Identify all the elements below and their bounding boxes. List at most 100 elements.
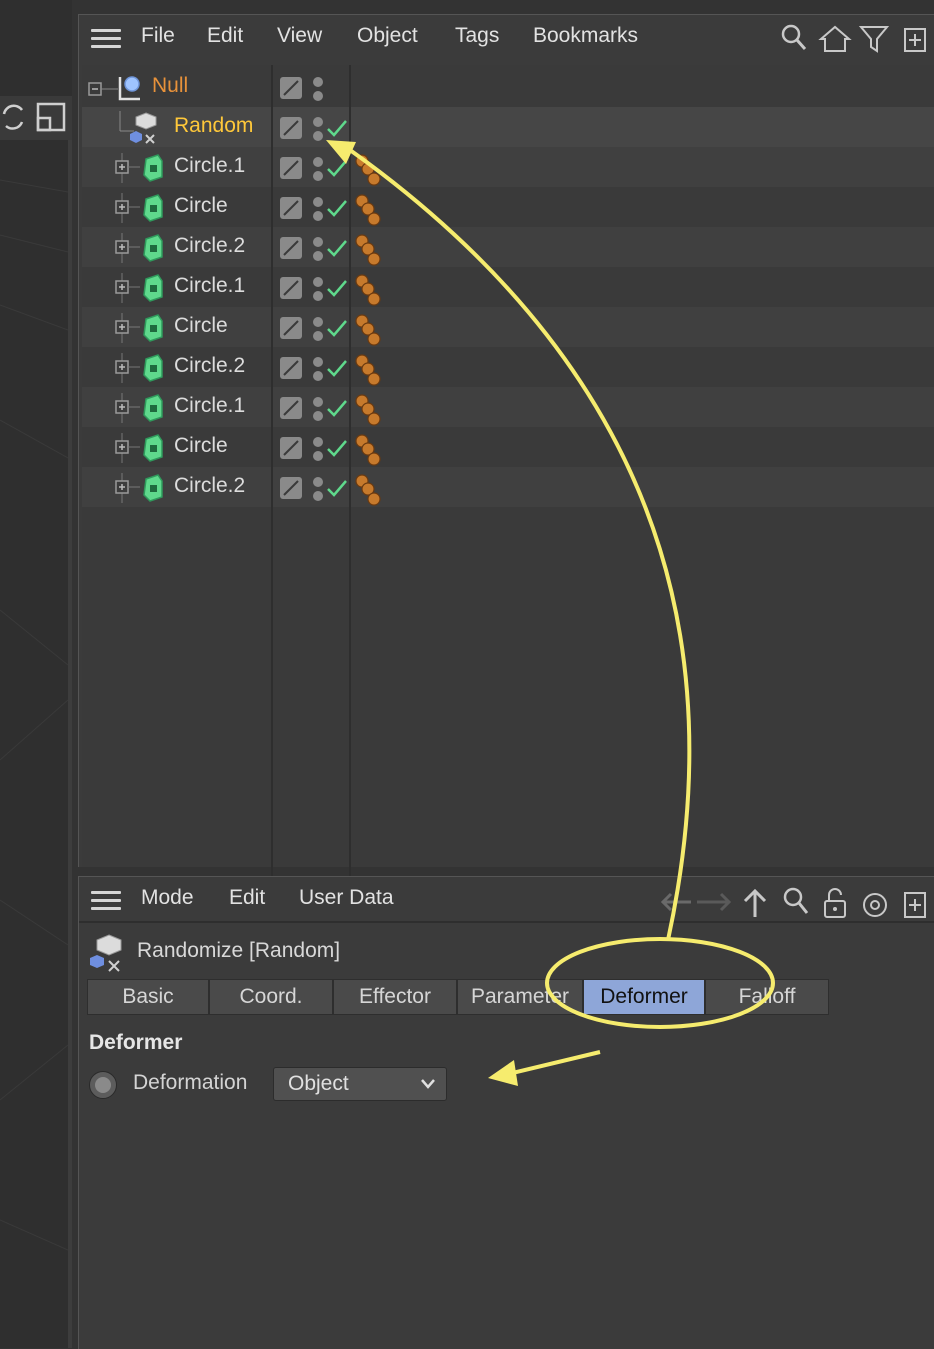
- hamburger-menu-icon[interactable]: [91, 891, 121, 911]
- material-tag-icon: [355, 354, 381, 386]
- object-name[interactable]: Circle.2: [174, 234, 245, 258]
- layer-edit-icon: [280, 157, 302, 179]
- forward-arrow-icon[interactable]: [697, 892, 732, 912]
- new-window-icon[interactable]: [904, 28, 926, 52]
- menu-bookmarks[interactable]: Bookmarks: [533, 24, 638, 48]
- object-row-controls[interactable]: [278, 431, 398, 467]
- object-name[interactable]: Circle: [174, 434, 228, 458]
- object-name[interactable]: Random: [174, 114, 253, 138]
- random-effector-icon: [119, 111, 157, 144]
- object-row-controls[interactable]: [278, 271, 398, 307]
- object-name[interactable]: Circle: [174, 194, 228, 218]
- tab-coord[interactable]: Coord.: [209, 979, 333, 1015]
- new-window-icon[interactable]: [904, 892, 926, 918]
- menu-tags[interactable]: Tags: [455, 24, 499, 48]
- tab-parameter[interactable]: Parameter: [457, 979, 583, 1015]
- deformation-dropdown[interactable]: Object: [273, 1067, 447, 1101]
- maximize-view-icon[interactable]: [36, 102, 66, 132]
- object-row-circle[interactable]: Circle: [82, 307, 934, 347]
- object-row-controls[interactable]: [278, 471, 398, 507]
- target-icon[interactable]: [863, 893, 887, 917]
- column-divider: [271, 65, 273, 877]
- deformation-label: Deformation: [133, 1071, 248, 1094]
- column-divider: [349, 65, 351, 877]
- enabled-check-icon: [327, 480, 347, 497]
- object-row-controls[interactable]: [278, 151, 398, 187]
- tab-falloff[interactable]: Falloff: [705, 979, 829, 1015]
- enabled-check-icon: [327, 120, 347, 137]
- viewport-3d[interactable]: [0, 0, 72, 1348]
- visibility-dots-icon: [313, 437, 323, 461]
- chevron-down-icon: [421, 1079, 435, 1089]
- cloner-icon: [115, 313, 163, 343]
- object-row-circle[interactable]: Circle: [82, 427, 934, 467]
- up-arrow-icon[interactable]: [743, 888, 767, 917]
- object-row-controls[interactable]: [278, 231, 398, 267]
- object-row-circle[interactable]: Circle.1: [82, 267, 934, 307]
- menu-edit[interactable]: Edit: [207, 24, 243, 48]
- object-row-controls[interactable]: [278, 311, 398, 347]
- cloner-icon: [115, 353, 163, 383]
- object-row-random[interactable]: Random: [82, 107, 934, 147]
- layer-edit-icon: [280, 117, 302, 139]
- enabled-check-icon: [327, 240, 347, 257]
- rotate-view-icon[interactable]: [2, 104, 24, 130]
- layer-edit-icon: [280, 77, 302, 99]
- object-row-circle[interactable]: Circle.2: [82, 347, 934, 387]
- home-icon[interactable]: [818, 25, 852, 52]
- layer-edit-icon: [280, 317, 302, 339]
- visibility-dots-icon: [313, 197, 323, 221]
- lock-icon[interactable]: [824, 888, 846, 918]
- object-name[interactable]: Circle.1: [174, 274, 245, 298]
- object-row-controls[interactable]: [278, 71, 398, 107]
- object-row-circle[interactable]: Circle: [82, 187, 934, 227]
- menu-mode[interactable]: Mode: [141, 886, 194, 910]
- material-tag-icon: [355, 274, 381, 306]
- material-tag-icon: [355, 154, 381, 186]
- layer-edit-icon: [280, 397, 302, 419]
- menu-view[interactable]: View: [277, 24, 322, 48]
- attribute-manager: Mode Edit User Data Randomize [Random] B…: [78, 876, 934, 1349]
- object-row-controls[interactable]: [278, 191, 398, 227]
- layer-edit-icon: [280, 197, 302, 219]
- object-row-circle[interactable]: Circle.1: [82, 387, 934, 427]
- object-row-controls[interactable]: [278, 391, 398, 427]
- visibility-dots-icon: [313, 317, 323, 341]
- menu-user-data[interactable]: User Data: [299, 886, 394, 910]
- material-tag-icon: [355, 434, 381, 466]
- search-icon[interactable]: [781, 24, 807, 50]
- object-row-null[interactable]: Null: [82, 67, 934, 107]
- object-row-controls[interactable]: [278, 111, 398, 147]
- cloner-icon: [115, 473, 163, 503]
- material-tag-icon: [355, 194, 381, 226]
- material-tag-icon: [355, 314, 381, 346]
- material-tag-icon: [355, 474, 381, 506]
- viewport-toolbar-icons: [2, 102, 66, 132]
- visibility-dots-icon: [313, 117, 323, 141]
- object-name[interactable]: Circle: [174, 314, 228, 338]
- object-name[interactable]: Circle.1: [174, 394, 245, 418]
- object-row-circle[interactable]: Circle.1: [82, 147, 934, 187]
- object-name[interactable]: Circle.2: [174, 354, 245, 378]
- object-list: Null Random Circle.1 Circle Circle.2 Circle…: [82, 65, 934, 867]
- null-icon: [88, 76, 140, 101]
- menu-object[interactable]: Object: [357, 24, 418, 48]
- tab-deformer[interactable]: Deformer: [583, 979, 705, 1015]
- object-name[interactable]: Null: [152, 74, 188, 98]
- menu-file[interactable]: File: [141, 24, 175, 48]
- object-name[interactable]: Circle.2: [174, 474, 245, 498]
- object-name[interactable]: Circle.1: [174, 154, 245, 178]
- tab-basic[interactable]: Basic: [87, 979, 209, 1015]
- object-row-circle[interactable]: Circle.2: [82, 467, 934, 507]
- hamburger-menu-icon[interactable]: [91, 29, 121, 49]
- animation-keyframe-radio[interactable]: [89, 1071, 117, 1099]
- object-row-controls[interactable]: [278, 351, 398, 387]
- object-row-circle[interactable]: Circle.2: [82, 227, 934, 267]
- filter-icon[interactable]: [858, 26, 890, 53]
- back-arrow-icon[interactable]: [660, 892, 691, 912]
- menu-edit[interactable]: Edit: [229, 886, 265, 910]
- search-icon[interactable]: [783, 887, 809, 914]
- layer-edit-icon: [280, 477, 302, 499]
- tab-effector[interactable]: Effector: [333, 979, 457, 1015]
- enabled-check-icon: [327, 200, 347, 217]
